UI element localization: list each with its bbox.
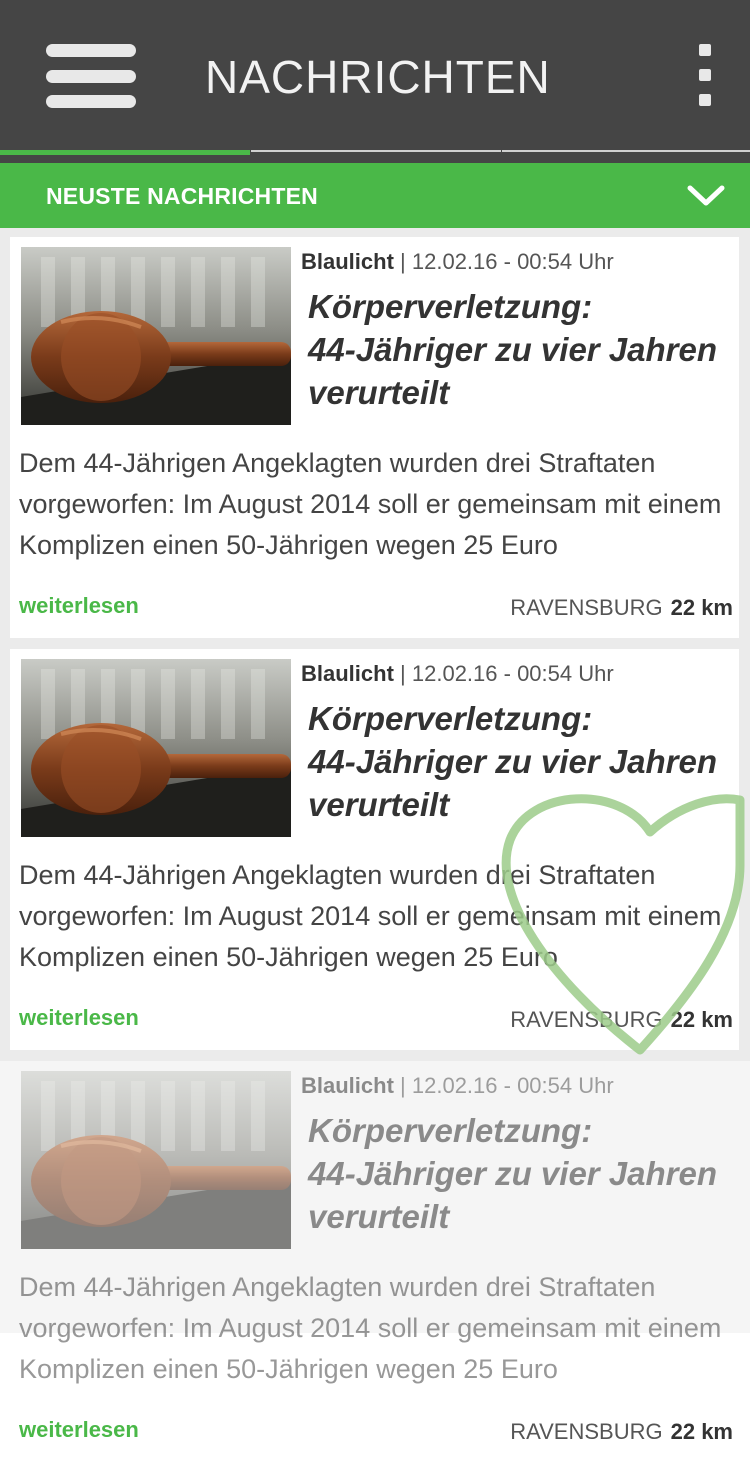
article-thumbnail-gavel-image[interactable] xyxy=(21,659,291,837)
headline-line: Körperverletzung: xyxy=(308,288,593,325)
read-more-link[interactable]: weiterlesen xyxy=(19,1417,139,1443)
meta-separator: | xyxy=(400,661,406,686)
article-excerpt: Dem 44-Jährigen Angeklagten wurden drei … xyxy=(19,860,722,972)
article-meta: Blaulicht | 12.02.16 - 00:54 Uhr xyxy=(301,661,614,687)
headline-line: Körperverletzung: xyxy=(308,1112,593,1149)
article-card[interactable]: Blaulicht | 12.02.16 - 00:54 Uhr Körperv… xyxy=(10,237,739,638)
headline-line: Körperverletzung: xyxy=(308,700,593,737)
kebab-menu-icon[interactable] xyxy=(690,42,720,110)
article-headline[interactable]: Körperverletzung: 44-Jähriger zu vier Ja… xyxy=(308,1109,728,1238)
read-more-link[interactable]: weiterlesen xyxy=(19,593,139,619)
headline-line: 44-Jähriger zu vier Jahren xyxy=(308,331,718,368)
hamburger-menu-icon[interactable] xyxy=(46,44,136,108)
location-distance: 22 km xyxy=(670,1419,733,1444)
meta-separator: | xyxy=(400,1073,406,1098)
article-thumbnail-gavel-image[interactable] xyxy=(21,1071,291,1249)
article-date: 12.02.16 - 00:54 Uhr xyxy=(411,661,614,686)
location-distance: 22 km xyxy=(670,1007,733,1032)
article-category[interactable]: Blaulicht xyxy=(301,249,394,274)
read-more-link[interactable]: weiterlesen xyxy=(19,1005,139,1031)
headline-line: verurteilt xyxy=(308,786,450,823)
app-header: NACHRICHTEN xyxy=(0,0,750,152)
article-date: 12.02.16 - 00:54 Uhr xyxy=(411,1073,614,1098)
article-category[interactable]: Blaulicht xyxy=(301,1073,394,1098)
article-location: RAVENSBURG 22 km xyxy=(510,1007,733,1033)
tab-3[interactable] xyxy=(502,150,750,161)
tab-2[interactable] xyxy=(251,150,501,161)
headline-line: verurteilt xyxy=(308,374,450,411)
section-dropdown[interactable]: NEUSTE NACHRICHTEN xyxy=(0,163,750,228)
article-excerpt: Dem 44-Jährigen Angeklagten wurden drei … xyxy=(19,448,722,560)
chevron-down-icon[interactable] xyxy=(686,183,726,209)
article-meta: Blaulicht | 12.02.16 - 00:54 Uhr xyxy=(301,249,614,275)
meta-separator: | xyxy=(400,249,406,274)
article-date: 12.02.16 - 00:54 Uhr xyxy=(411,249,614,274)
location-name: RAVENSBURG xyxy=(510,595,663,620)
article-thumbnail-gavel-image[interactable] xyxy=(21,247,291,425)
tab-1[interactable] xyxy=(0,150,250,164)
article-headline[interactable]: Körperverletzung: 44-Jähriger zu vier Ja… xyxy=(308,285,728,414)
tab-strip xyxy=(0,150,750,163)
section-label: NEUSTE NACHRICHTEN xyxy=(46,183,318,209)
article-meta: Blaulicht | 12.02.16 - 00:54 Uhr xyxy=(301,1073,614,1099)
headline-line: 44-Jähriger zu vier Jahren xyxy=(308,1155,718,1192)
article-location: RAVENSBURG 22 km xyxy=(510,1419,733,1445)
headline-line: 44-Jähriger zu vier Jahren xyxy=(308,743,718,780)
article-headline[interactable]: Körperverletzung: 44-Jähriger zu vier Ja… xyxy=(308,697,728,826)
article-category[interactable]: Blaulicht xyxy=(301,661,394,686)
headline-line: verurteilt xyxy=(308,1198,450,1235)
article-card[interactable]: Blaulicht | 12.02.16 - 00:54 Uhr Körperv… xyxy=(0,1061,750,1462)
location-name: RAVENSBURG xyxy=(510,1419,663,1444)
article-excerpt: Dem 44-Jährigen Angeklagten wurden drei … xyxy=(19,1272,722,1384)
page-title: NACHRICHTEN xyxy=(205,51,551,103)
article-card[interactable]: Blaulicht | 12.02.16 - 00:54 Uhr Körperv… xyxy=(10,649,739,1050)
location-name: RAVENSBURG xyxy=(510,1007,663,1032)
article-location: RAVENSBURG 22 km xyxy=(510,595,733,621)
location-distance: 22 km xyxy=(670,595,733,620)
